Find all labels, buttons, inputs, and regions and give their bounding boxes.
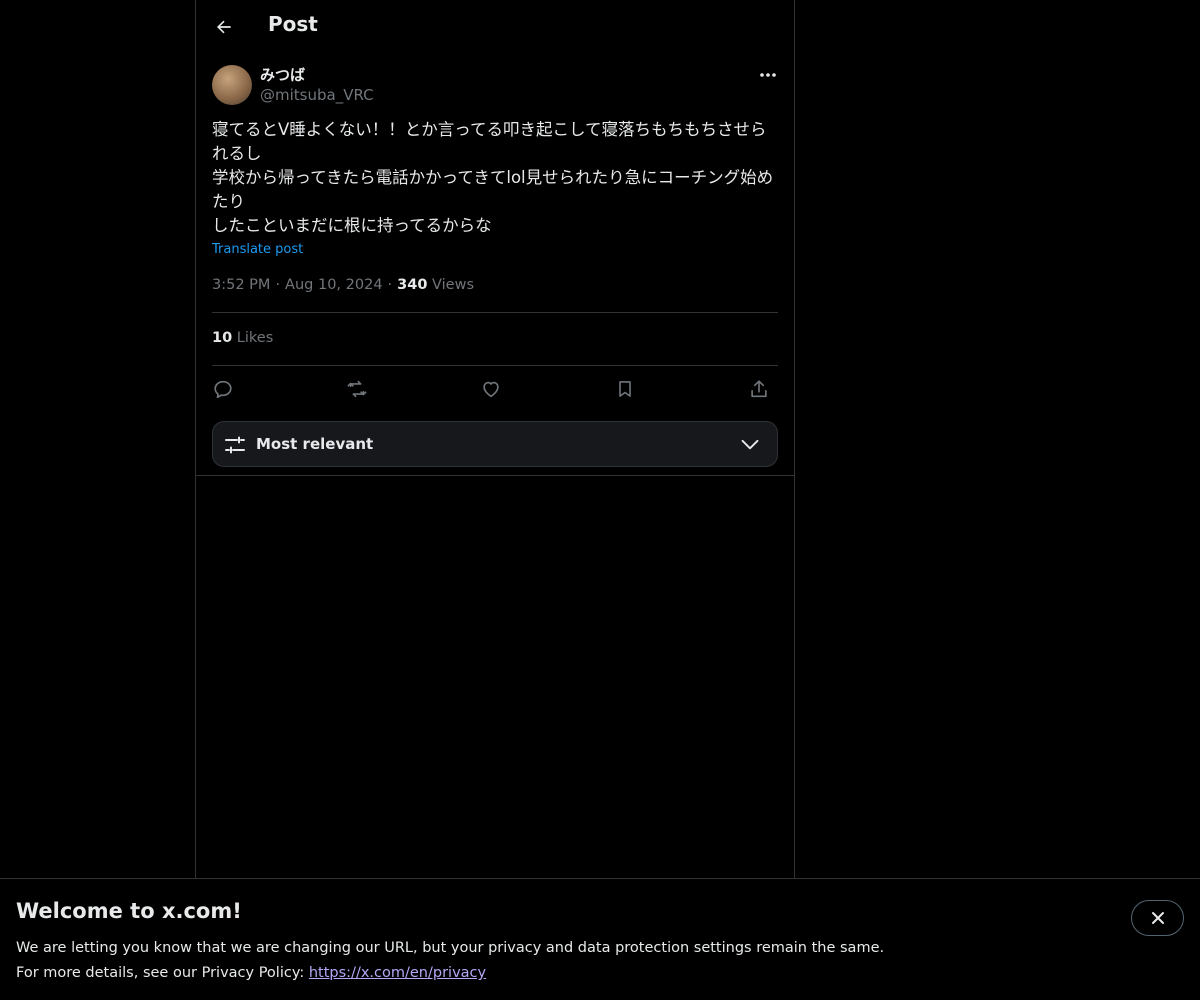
reply-sort-dropdown[interactable]: Most relevant — [212, 421, 778, 467]
post-metadata: 3:52 PM · Aug 10, 2024 · 340 Views — [212, 277, 475, 293]
post-text-line: 学校から帰ってきたら電話かかってきてlol見せられたり急にコーチング始めたり — [212, 168, 774, 211]
close-banner-button[interactable] — [1131, 900, 1184, 936]
page-title: Post — [268, 12, 318, 36]
close-icon — [1151, 912, 1164, 924]
views-label: Views — [432, 277, 475, 293]
banner-text: We are letting you know that we are chan… — [16, 940, 885, 956]
back-button[interactable] — [207, 10, 241, 44]
main-column: Post みつば @mitsuba_VRC 寝てるとV睡よくない！！とか言ってる… — [195, 0, 795, 880]
more-horizontal-icon — [760, 73, 776, 77]
post-text-line: 寝てるとV睡よくない！！とか言ってる叩き起こして寝落ちもちもちさせられるし — [212, 120, 767, 163]
repost-icon — [347, 380, 367, 398]
heart-icon — [483, 381, 499, 398]
banner-privacy-line: For more details, see our Privacy Policy… — [16, 961, 884, 986]
divider — [196, 475, 794, 476]
banner-title: Welcome to x.com! — [16, 899, 242, 923]
post-text: 寝てるとV睡よくない！！とか言ってる叩き起こして寝落ちもちもちさせられるし 学校… — [212, 118, 778, 238]
sort-selected-value: Most relevant — [256, 435, 374, 453]
likes-count: 10 — [212, 330, 233, 346]
divider — [212, 365, 778, 366]
divider — [212, 312, 778, 313]
chevron-down-icon — [741, 439, 759, 450]
share-icon — [751, 380, 767, 398]
page-header: Post — [196, 0, 794, 53]
likes-stat[interactable]: 10 Likes — [212, 330, 273, 346]
post-text-line: したこといまだに根に持ってるからな — [212, 216, 492, 235]
reply-icon — [214, 380, 232, 399]
author-display-name[interactable]: みつば — [260, 64, 305, 85]
views-count: 340 — [397, 277, 428, 293]
privacy-policy-link[interactable]: https://x.com/en/privacy — [309, 965, 486, 981]
post-time[interactable]: 3:52 PM — [212, 277, 270, 293]
bookmark-button[interactable] — [612, 376, 638, 402]
sliders-icon — [225, 436, 245, 454]
translate-post-link[interactable]: Translate post — [212, 242, 303, 257]
more-options-button[interactable] — [756, 64, 780, 86]
url-change-banner: Welcome to x.com! We are letting you kno… — [0, 878, 1200, 1000]
arrow-left-icon — [217, 20, 231, 34]
action-bar — [212, 374, 778, 404]
repost-button[interactable] — [344, 376, 370, 402]
banner-body: We are letting you know that we are chan… — [16, 936, 884, 986]
banner-text: For more details, see our Privacy Policy… — [16, 965, 309, 981]
post-date[interactable]: Aug 10, 2024 — [285, 277, 383, 293]
author-handle[interactable]: @mitsuba_VRC — [260, 86, 374, 104]
share-button[interactable] — [746, 376, 772, 402]
bookmark-icon — [619, 381, 631, 397]
like-button[interactable] — [478, 376, 504, 402]
reply-button[interactable] — [210, 376, 236, 402]
avatar[interactable] — [212, 65, 252, 105]
likes-label: Likes — [236, 330, 274, 346]
